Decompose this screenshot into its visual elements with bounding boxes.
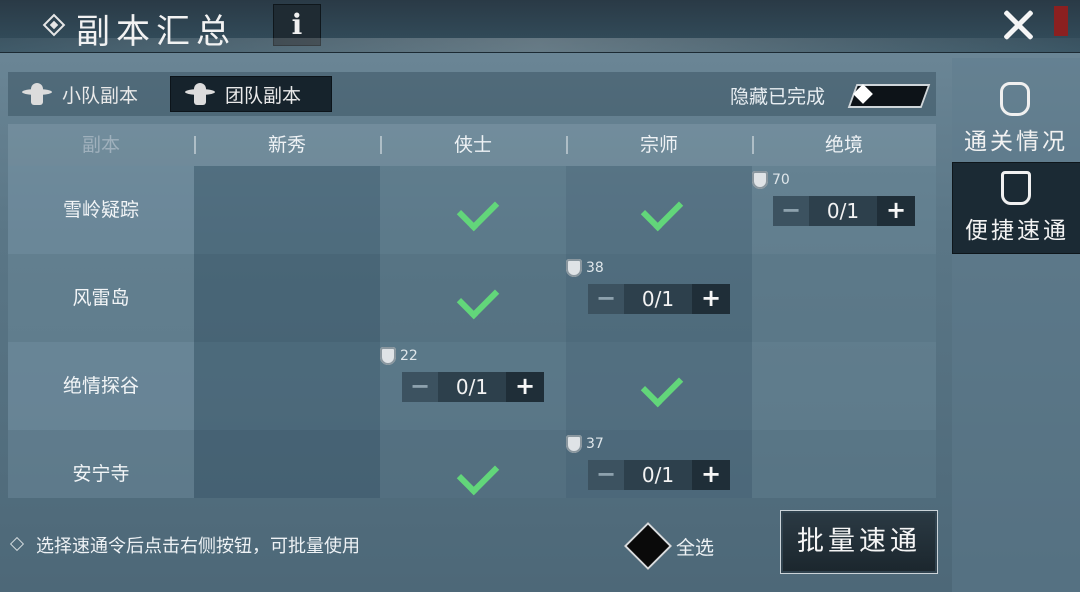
dungeon-name: 绝情探谷 <box>62 375 139 397</box>
info-button[interactable]: i <box>273 4 321 46</box>
stepper-value: 0/1 <box>624 460 692 490</box>
minus-button[interactable]: − <box>588 284 624 314</box>
table-header: 副本 新秀 侠士 宗师 绝境 <box>8 124 936 166</box>
minus-button[interactable]: − <box>588 460 624 490</box>
shield-icon <box>380 347 396 365</box>
tab-label: 团队副本 <box>225 84 302 107</box>
top-bar: 副本汇总 i <box>0 0 1080 53</box>
token-count: 70 <box>752 170 790 190</box>
table-row: 绝情探谷 22 − 0/1 + <box>8 342 936 430</box>
stepper-value: 0/1 <box>438 372 506 402</box>
tab-label: 小队副本 <box>62 84 139 107</box>
seal-logo <box>1054 6 1068 36</box>
shield-icon <box>566 259 582 277</box>
sidebar-item-label: 通关情况 <box>964 129 1068 155</box>
quantity-stepper: − 0/1 + <box>588 460 730 490</box>
minus-button[interactable]: − <box>402 372 438 402</box>
dungeon-name: 雪岭疑踪 <box>62 199 139 221</box>
shield-icon <box>1000 82 1030 116</box>
plus-button[interactable]: + <box>692 284 730 314</box>
minus-button[interactable]: − <box>773 196 809 226</box>
sidebar-item-quick-clear[interactable]: 便捷速通 <box>952 162 1080 254</box>
column-header-extreme: 绝境 <box>824 134 863 156</box>
diamond-icon <box>42 13 66 37</box>
plus-button[interactable]: + <box>506 372 544 402</box>
stepper-value: 0/1 <box>624 284 692 314</box>
column-header-dungeon: 副本 <box>81 134 120 156</box>
page-title: 副本汇总 <box>76 12 236 52</box>
quantity-stepper: − 0/1 + <box>588 284 730 314</box>
hat-icon <box>185 83 215 105</box>
stepper-value: 0/1 <box>809 196 877 226</box>
tab-team-small[interactable]: 小队副本 <box>22 76 172 112</box>
column-header-novice: 新秀 <box>267 134 306 156</box>
robe-icon <box>1001 171 1031 205</box>
shield-icon <box>566 435 582 453</box>
quantity-stepper: − 0/1 + <box>773 196 915 226</box>
batch-fast-clear-button[interactable]: 批量速通 <box>780 510 938 574</box>
sidebar-item-label: 便捷速通 <box>965 218 1069 244</box>
dungeon-name: 风雷岛 <box>72 287 130 309</box>
table-row: 安宁寺 37 − 0/1 + <box>8 430 936 498</box>
plus-button[interactable]: + <box>692 460 730 490</box>
right-sidebar: 通关情况 便捷速通 <box>952 58 1080 592</box>
token-count: 38 <box>566 258 604 278</box>
select-all-checkbox[interactable] <box>623 521 673 571</box>
hide-completed-toggle[interactable] <box>846 80 931 108</box>
table-row: 雪岭疑踪 70 − 0/1 + <box>8 166 936 254</box>
tabs-row: 小队副本 团队副本 隐藏已完成 <box>8 72 936 116</box>
column-header-hero: 侠士 <box>453 134 492 156</box>
quantity-stepper: − 0/1 + <box>402 372 544 402</box>
plus-button[interactable]: + <box>877 196 915 226</box>
column-header-master: 宗师 <box>639 134 678 156</box>
token-count: 22 <box>380 346 418 366</box>
table-row: 风雷岛 38 − 0/1 + <box>8 254 936 342</box>
dungeon-table: 副本 新秀 侠士 宗师 绝境 雪岭疑踪 70 − 0/1 + 风雷岛 38 − … <box>8 124 936 498</box>
shield-icon <box>752 171 768 189</box>
hat-icon <box>22 83 52 105</box>
sidebar-item-clear-status[interactable]: 通关情况 <box>952 74 1080 164</box>
token-count: 37 <box>566 434 604 454</box>
hide-completed-label: 隐藏已完成 <box>730 86 826 108</box>
dungeon-name: 安宁寺 <box>72 463 130 485</box>
main-panel: 小队副本 团队副本 隐藏已完成 副本 新秀 侠士 宗师 绝境 雪岭疑踪 70 −… <box>8 72 936 498</box>
diamond-icon <box>9 536 25 552</box>
hint-text: 选择速通令后点击右侧按钮，可批量使用 <box>36 536 360 557</box>
close-icon[interactable] <box>998 4 1038 44</box>
select-all-label[interactable]: 全选 <box>676 533 714 560</box>
tab-team-raid[interactable]: 团队副本 <box>170 76 332 112</box>
